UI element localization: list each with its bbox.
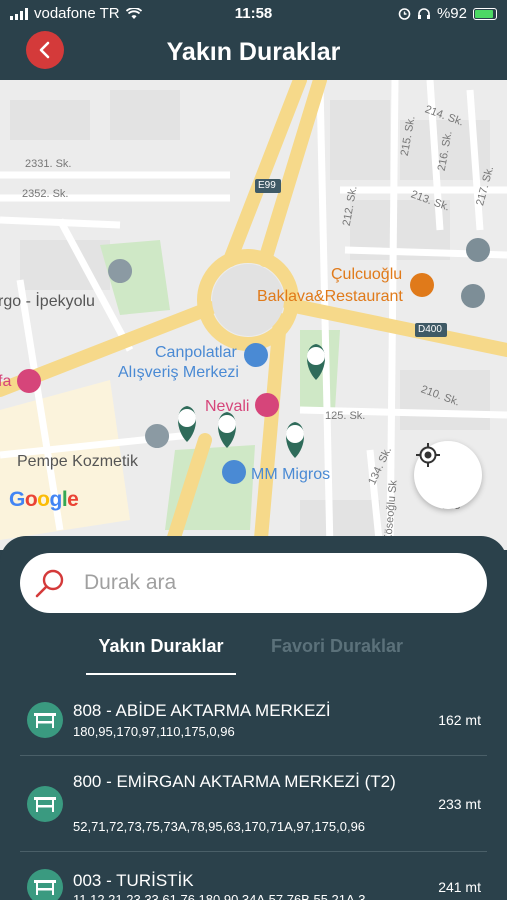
road-shield: E99 xyxy=(258,180,276,191)
battery-percent: %92 xyxy=(436,5,467,22)
poi-label: Alışveriş Merkezi xyxy=(118,364,239,381)
stop-name: 808 - ABİDE AKTARMA MERKEZİ xyxy=(73,701,331,720)
stop-distance: 233 mt xyxy=(438,796,481,812)
stop-lines: 180,95,170,97,110,175,0,96 xyxy=(73,724,235,739)
road-shield: D400 xyxy=(418,324,442,335)
poi-label: rgo - İpekyolu xyxy=(0,293,95,310)
tab-nearby-stops[interactable]: Yakın Duraklar xyxy=(86,633,236,675)
tab-favorite-stops[interactable]: Favori Duraklar xyxy=(257,633,417,675)
search-icon xyxy=(35,569,64,598)
poi-label: Canpolatlar xyxy=(155,344,237,361)
my-location-button[interactable] xyxy=(414,441,482,509)
poi-label: MM Migros xyxy=(251,466,331,483)
my-location-icon xyxy=(416,443,440,467)
headphones-icon xyxy=(417,8,430,19)
bus-stop-icon xyxy=(27,869,63,900)
street-label: 2352. Sk. xyxy=(22,188,69,200)
stop-name: 800 - EMİRGAN AKTARMA MERKEZİ (T2) xyxy=(73,772,396,791)
google-logo: Google xyxy=(9,488,79,511)
street-label: 125. Sk. xyxy=(325,410,366,422)
poi-label: Nevali xyxy=(205,398,250,415)
bus-stop-icon xyxy=(27,786,63,822)
search-bar[interactable] xyxy=(20,553,487,613)
stop-list-item[interactable]: 003 - TURİSTİK 11,12,21,23,33,61,76,180,… xyxy=(0,852,507,900)
poi-label: fa xyxy=(0,373,12,390)
poi-label: Çulcuoğlu xyxy=(331,266,403,283)
poi-label: Baklava&Restaurant xyxy=(257,288,403,305)
page-title: Yakın Duraklar xyxy=(166,38,341,66)
poi-label: Pempe Kozmetik xyxy=(17,453,138,470)
stop-list-item[interactable]: 808 - ABİDE AKTARMA MERKEZİ 180,95,170,9… xyxy=(0,686,507,756)
search-input[interactable] xyxy=(84,565,464,601)
map-view[interactable]: 214. Sk. 215. Sk. 216. Sk. 2331. Sk. 235… xyxy=(0,80,507,550)
stop-list-item[interactable]: 800 - EMİRGAN AKTARMA MERKEZİ (T2) 52,71… xyxy=(0,756,507,851)
stop-lines: 11,12,21,23,33,61,76,180,90,34A,57,76B,5… xyxy=(73,892,366,900)
battery-icon xyxy=(473,7,497,20)
header: Yakın Duraklar xyxy=(0,28,507,80)
stop-name: 003 - TURİSTİK xyxy=(73,871,194,890)
alarm-icon xyxy=(398,8,411,20)
street-label: 2331. Sk. xyxy=(25,158,72,170)
tab-bar: Yakın Duraklar Favori Duraklar xyxy=(0,633,507,675)
stop-distance: 162 mt xyxy=(438,712,481,728)
stop-distance: 241 mt xyxy=(438,879,481,895)
status-bar: vodafone TR 11:58 %92 xyxy=(0,0,507,28)
stops-panel: Yakın Duraklar Favori Duraklar 808 - ABİ… xyxy=(0,536,507,900)
stop-lines: 52,71,72,73,75,73A,78,95,63,170,71A,97,1… xyxy=(73,819,366,834)
bus-stop-icon xyxy=(27,702,63,738)
